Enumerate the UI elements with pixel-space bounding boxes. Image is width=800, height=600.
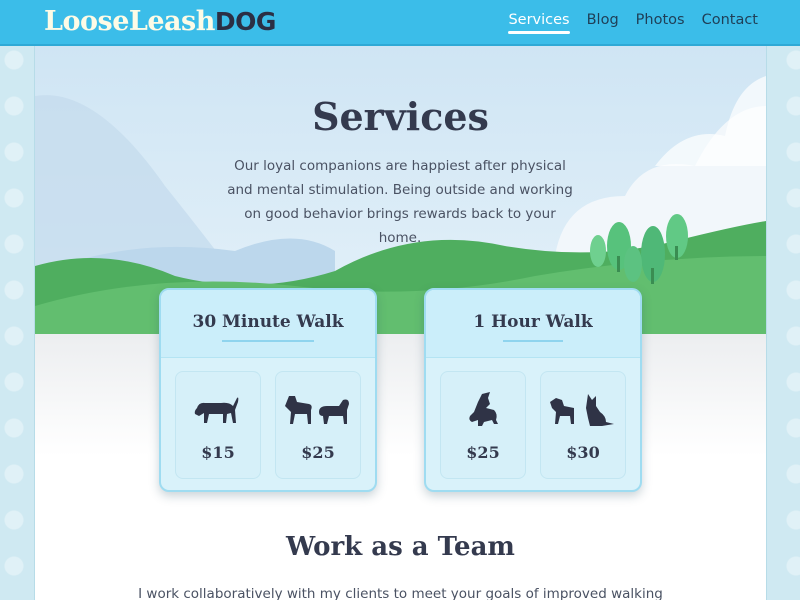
hero-section: Services Our loyal companions are happie…: [35, 46, 766, 456]
team-heading: Work as a Team: [286, 532, 515, 562]
hero-description: Our loyal companions are happiest after …: [227, 158, 573, 246]
team-description: I work collaboratively with my clients t…: [138, 586, 663, 600]
nav-item-blog[interactable]: Blog: [587, 12, 619, 34]
nav-item-contact[interactable]: Contact: [702, 12, 758, 34]
card-title: 1 Hour Walk: [473, 312, 593, 342]
main-content: Services Our loyal companions are happie…: [35, 46, 766, 600]
price-options: $15 $25: [161, 358, 375, 479]
two-dogs-icon: [285, 396, 349, 424]
price-label: $25: [301, 443, 335, 462]
service-card-1-hour: 1 Hour Walk $25 $30: [424, 288, 642, 492]
price-option[interactable]: $30: [540, 371, 626, 479]
price-label: $30: [566, 443, 600, 462]
logo-text-primary: LooseLeash: [44, 6, 215, 37]
howling-dog-icon: [469, 392, 498, 426]
main-nav: Services Blog Photos Contact: [508, 12, 758, 34]
site-logo[interactable]: LooseLeash DOG: [44, 6, 276, 40]
single-dog-icon: [194, 397, 239, 423]
card-header: 30 Minute Walk: [161, 290, 375, 358]
service-card-30-minute: 30 Minute Walk $15 $25: [159, 288, 377, 492]
price-option[interactable]: $25: [275, 371, 361, 479]
price-label: $15: [201, 443, 235, 462]
card-header: 1 Hour Walk: [426, 290, 640, 358]
price-label: $25: [466, 443, 500, 462]
two-dogs-sitting-icon: [550, 394, 614, 426]
site-header: LooseLeash DOG Services Blog Photos Conta…: [0, 0, 800, 46]
logo-text-secondary: DOG: [214, 7, 277, 36]
price-option[interactable]: $15: [175, 371, 261, 479]
price-options: $25 $30: [426, 358, 640, 479]
nav-item-photos[interactable]: Photos: [636, 12, 685, 34]
price-option[interactable]: $25: [440, 371, 526, 479]
page-title: Services: [312, 94, 489, 139]
card-title: 30 Minute Walk: [192, 312, 344, 342]
nav-item-services[interactable]: Services: [508, 12, 570, 34]
